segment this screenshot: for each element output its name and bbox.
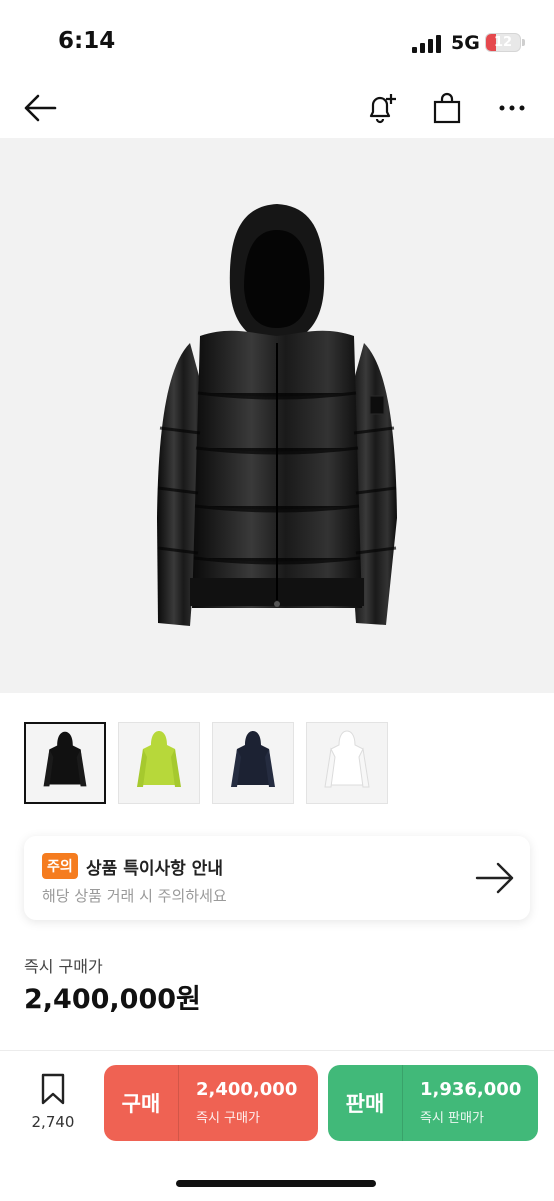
shopping-bag-icon [433, 92, 461, 124]
bookmark-icon [41, 1073, 65, 1105]
top-nav [0, 80, 554, 136]
arrow-left-icon [24, 94, 57, 122]
jacket-thumbnail-icon [231, 731, 275, 787]
bottom-action-bar: 2,740 구매 2,400,000 즉시 구매가 판매 1,936,000 즉… [0, 1050, 554, 1201]
network-type: 5G [451, 32, 480, 54]
price-alert-button[interactable] [358, 80, 406, 136]
more-button[interactable] [488, 80, 536, 136]
instant-buy-price: 2,400,000원 [24, 984, 201, 1015]
thumbnail-white[interactable] [306, 722, 388, 804]
wishlist-button[interactable]: 2,740 [18, 1073, 88, 1131]
buy-button[interactable]: 구매 2,400,000 즉시 구매가 [104, 1065, 318, 1141]
battery-level: 12 [493, 35, 513, 50]
product-image[interactable] [0, 138, 554, 693]
product-notice-card[interactable]: 주의 상품 특이사항 안내 해당 상품 거래 시 주의하세요 [24, 836, 530, 920]
back-button[interactable] [16, 80, 64, 136]
instant-buy-label: 즉시 구매가 [24, 957, 103, 976]
jacket-thumbnail-icon [324, 730, 370, 788]
sell-desc: 즉시 판매가 [420, 1111, 484, 1126]
thumbnail-black[interactable] [24, 722, 106, 804]
sell-amount: 1,936,000 [420, 1079, 522, 1100]
thumbnail-lime[interactable] [118, 722, 200, 804]
notice-subtitle: 해당 상품 거래 시 주의하세요 [42, 887, 227, 905]
sell-button[interactable]: 판매 1,936,000 즉시 판매가 [328, 1065, 538, 1141]
buy-desc: 즉시 구매가 [196, 1111, 260, 1126]
jacket-thumbnail-icon [43, 731, 87, 787]
signal-icon [412, 33, 444, 53]
arrow-right-icon [475, 862, 514, 894]
bell-plus-icon [369, 94, 396, 124]
wishlist-count: 2,740 [31, 1113, 75, 1131]
black-puffer-jacket-image [157, 204, 397, 626]
sell-label: 판매 [328, 1065, 403, 1141]
buy-label: 구매 [104, 1065, 179, 1141]
thumbnail-navy[interactable] [212, 722, 294, 804]
jacket-thumbnail-icon [137, 731, 181, 787]
more-horizontal-icon [499, 105, 525, 111]
buy-amount: 2,400,000 [196, 1079, 298, 1100]
battery-cap [522, 39, 525, 46]
notice-title: 상품 특이사항 안내 [86, 859, 223, 879]
shopping-bag-button[interactable] [423, 80, 471, 136]
home-indicator [176, 1180, 376, 1187]
caution-badge: 주의 [42, 853, 78, 879]
battery-icon: 12 [485, 33, 521, 52]
status-time: 6:14 [58, 28, 116, 54]
status-bar: 6:14 5G 12 [0, 0, 554, 80]
